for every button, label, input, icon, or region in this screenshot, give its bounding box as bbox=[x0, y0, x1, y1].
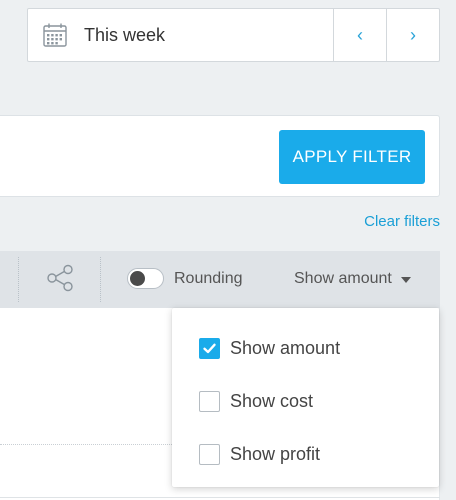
show-metric-menu: Show amount Show cost Show profit bbox=[172, 308, 439, 487]
calendar-icon bbox=[42, 22, 68, 48]
next-period-button[interactable]: › bbox=[386, 9, 439, 61]
checkbox[interactable] bbox=[199, 391, 220, 412]
report-toolbar: Rounding Show amount bbox=[0, 251, 440, 308]
menu-option-show-profit[interactable]: Show profit bbox=[172, 428, 439, 481]
menu-option-show-amount[interactable]: Show amount bbox=[172, 322, 439, 375]
chevron-left-icon: ‹ bbox=[357, 24, 363, 45]
previous-period-button[interactable]: ‹ bbox=[333, 9, 386, 61]
share-icon bbox=[45, 263, 75, 298]
toggle-switch[interactable] bbox=[127, 268, 164, 289]
filter-bar: APPLY FILTER bbox=[0, 115, 440, 197]
content-divider bbox=[0, 497, 440, 498]
chart-gridline bbox=[0, 444, 172, 445]
show-metric-dropdown[interactable]: Show amount bbox=[294, 270, 411, 288]
rounding-toggle[interactable]: Rounding bbox=[127, 268, 243, 289]
checkbox-checked[interactable] bbox=[199, 338, 220, 359]
date-range-picker: This week ‹ › bbox=[27, 8, 440, 62]
rounding-label: Rounding bbox=[174, 269, 243, 287]
apply-filter-button[interactable]: APPLY FILTER bbox=[279, 130, 425, 184]
share-button[interactable] bbox=[40, 261, 80, 299]
clear-filters-link[interactable]: Clear filters bbox=[364, 213, 440, 230]
date-range-label: This week bbox=[84, 24, 166, 45]
menu-option-show-cost[interactable]: Show cost bbox=[172, 375, 439, 428]
checkbox[interactable] bbox=[199, 444, 220, 465]
toolbar-divider bbox=[100, 257, 101, 302]
option-label: Show cost bbox=[230, 391, 314, 411]
option-label: Show profit bbox=[230, 444, 321, 464]
show-metric-label: Show amount bbox=[294, 270, 392, 287]
checkmark-icon bbox=[203, 343, 216, 354]
chevron-right-icon: › bbox=[410, 24, 416, 45]
option-label: Show amount bbox=[230, 338, 341, 358]
toggle-knob bbox=[130, 271, 145, 286]
toolbar-divider bbox=[18, 257, 19, 302]
date-range-selector[interactable]: This week bbox=[28, 9, 333, 61]
caret-down-icon bbox=[400, 276, 411, 283]
